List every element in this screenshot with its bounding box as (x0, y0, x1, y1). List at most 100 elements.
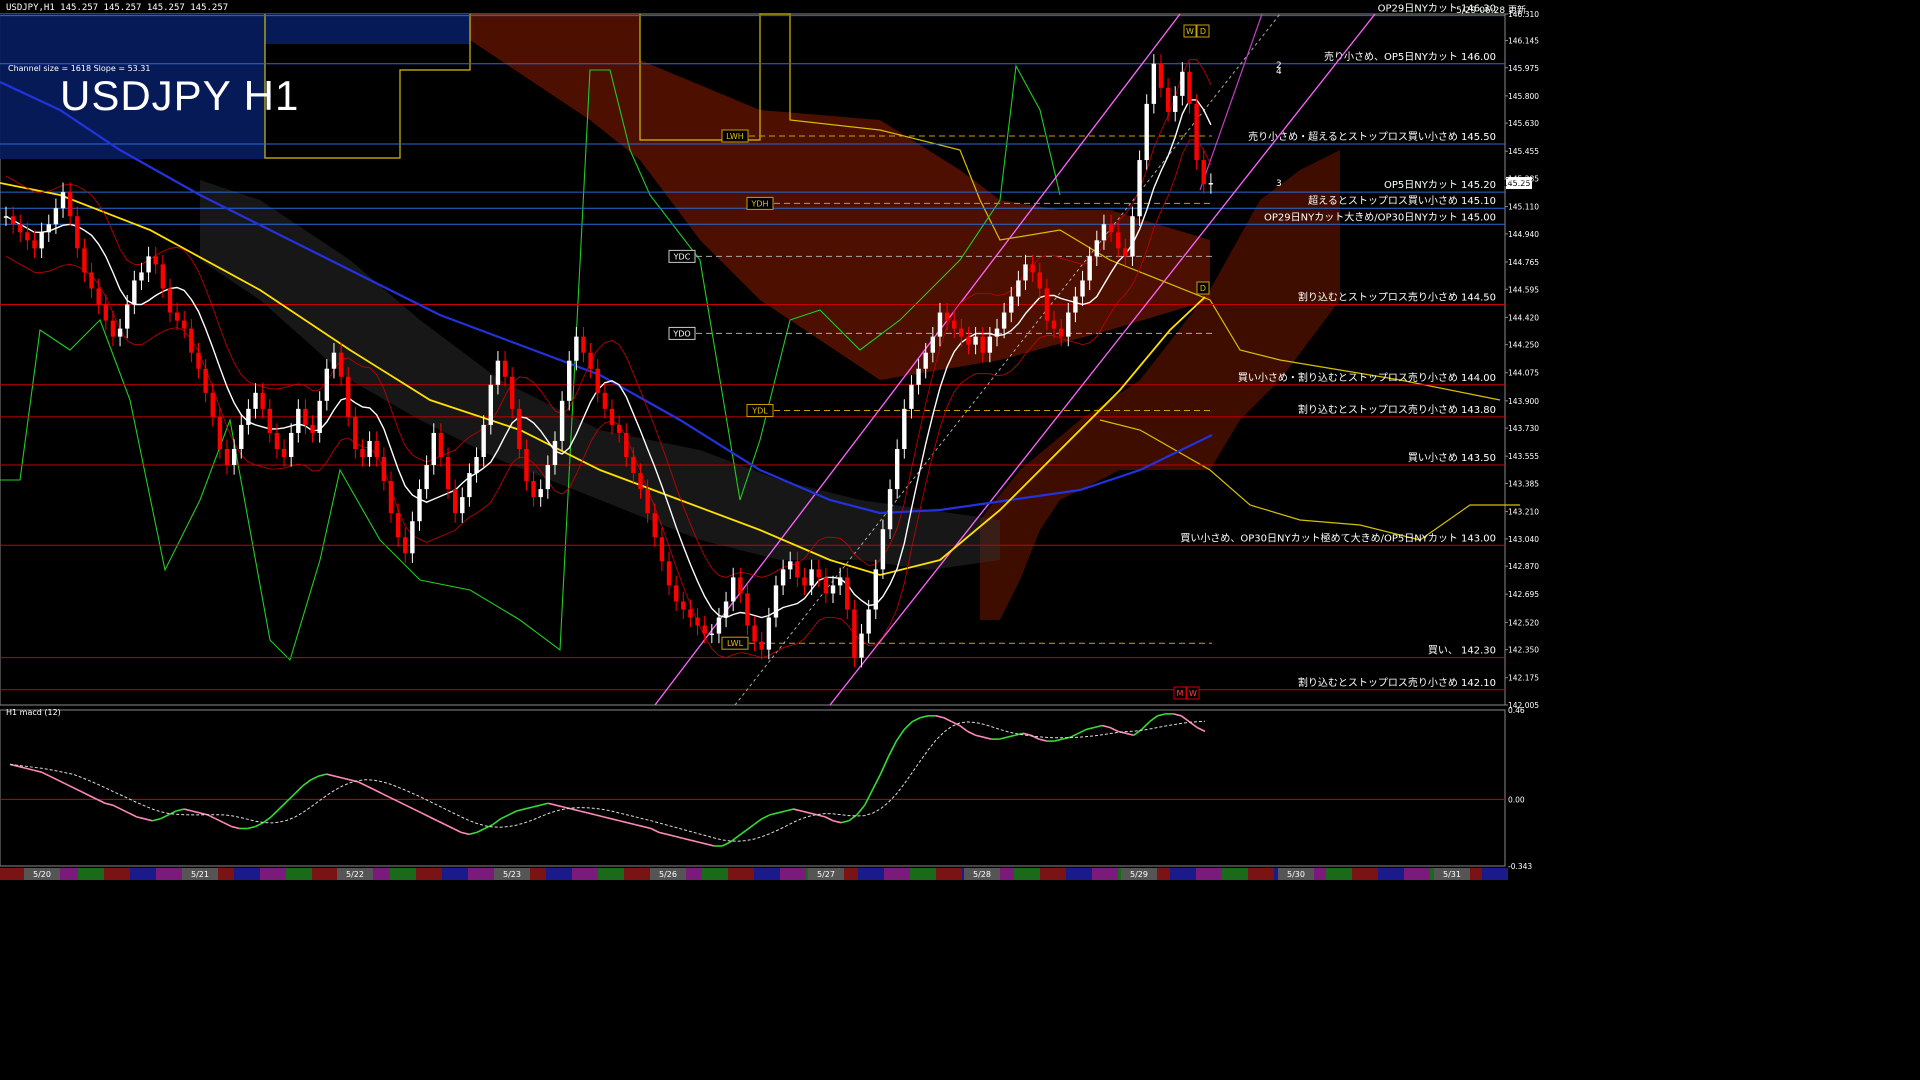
macd-tick-label: -0.343 (1508, 862, 1532, 871)
candle-body (1137, 160, 1142, 217)
fib-label: 3 (1276, 179, 1282, 189)
candle-body (82, 248, 87, 273)
candle-body (53, 208, 59, 225)
candle-body (930, 336, 936, 353)
candle-body (524, 448, 529, 482)
candle-body (795, 561, 800, 578)
candle-body (32, 240, 37, 249)
candle-body (417, 489, 422, 522)
candle-body (1130, 216, 1135, 257)
candle-body (902, 408, 907, 449)
y-tick-label: 145.285 (1508, 175, 1539, 184)
date-bar-seg (1066, 868, 1092, 880)
y-tick-label: 143.385 (1508, 479, 1539, 488)
level-label: 買い小さめ・割り込むとストップロス売り小さめ 144.00 (1238, 371, 1496, 384)
candle-body (1115, 232, 1121, 249)
candle-body (538, 489, 543, 498)
marker-label: YDC (673, 252, 691, 261)
candle-body (959, 328, 964, 337)
candle-body (1180, 71, 1185, 96)
candle-body (952, 320, 957, 329)
date-bar-seg (884, 868, 910, 880)
candle-body (445, 457, 451, 490)
candle-body (631, 457, 636, 474)
date-bar-seg (390, 868, 416, 880)
y-tick-label: 142.695 (1508, 590, 1539, 599)
candle-body (1123, 248, 1128, 257)
candle-body (552, 440, 558, 466)
candle-body (1173, 95, 1178, 112)
candle-body (973, 336, 978, 345)
candle-body (837, 577, 843, 586)
level-label: 割り込むとストップロス売り小さめ 144.50 (1298, 291, 1496, 304)
symbol-info: USDJPY,H1 145.257 145.257 145.257 145.25… (6, 3, 229, 13)
candle-body (923, 352, 928, 369)
date-label: 5/21 (191, 870, 209, 879)
y-tick-label: 145.630 (1508, 119, 1539, 128)
candle-body (39, 232, 44, 249)
candle-body (1058, 328, 1064, 337)
y-tick-label: 142.520 (1508, 618, 1539, 627)
candle-body (595, 368, 600, 393)
y-tick-label: 144.940 (1508, 230, 1539, 239)
candle-body (410, 521, 415, 554)
candle-body (117, 328, 123, 337)
candle-body (852, 609, 857, 658)
candle-body (1194, 103, 1199, 161)
candle-body (788, 561, 793, 570)
candle-body (745, 593, 750, 626)
candle-body (780, 569, 786, 586)
marker-label: YDO (672, 329, 690, 338)
candle-body (467, 473, 472, 498)
date-bar-seg (260, 868, 286, 880)
candle-body (1158, 63, 1164, 88)
candle-body (659, 537, 665, 562)
date-bar-seg (468, 868, 494, 880)
date-label: 5/22 (346, 870, 364, 879)
date-bar-seg (286, 868, 312, 880)
candle-body (574, 336, 579, 361)
date-label: 5/29 (1130, 870, 1148, 879)
marker-label: YDH (750, 199, 768, 208)
candle-body (1009, 296, 1014, 313)
corner-tag: D (1200, 27, 1206, 36)
candle-body (360, 448, 365, 458)
candle-body (1023, 264, 1028, 281)
y-tick-label: 142.175 (1508, 674, 1539, 683)
y-tick-label: 142.350 (1508, 646, 1539, 655)
candle-body (502, 360, 508, 377)
candle-body (239, 424, 244, 449)
date-bar-seg (728, 868, 754, 880)
y-tick-label: 143.555 (1508, 452, 1539, 461)
candle-body (146, 256, 151, 273)
level-label: 割り込むとストップロス売り小さめ 142.10 (1298, 676, 1496, 689)
candle-body (809, 569, 814, 586)
candle-body (260, 392, 265, 409)
level-label: 超えるとストップロス買い小さめ 145.10 (1308, 194, 1496, 207)
candle-body (338, 352, 344, 377)
candle-body (609, 408, 615, 425)
y-tick-label: 144.420 (1508, 313, 1539, 322)
y-tick-label: 144.595 (1508, 285, 1539, 294)
date-bar-seg (1092, 868, 1118, 880)
date-bar-seg (1170, 868, 1196, 880)
candle-body (296, 408, 301, 433)
marker-label: LWH (726, 132, 744, 141)
date-bar-seg (442, 868, 468, 880)
candle-body (217, 416, 223, 449)
candle-body (894, 448, 900, 490)
candle-body (1066, 312, 1071, 337)
date-bar-seg (0, 868, 26, 880)
candle-body (802, 577, 807, 586)
candle-body (624, 432, 629, 458)
candle-body (281, 448, 287, 458)
candle-body (160, 264, 166, 289)
date-bar-seg (1482, 868, 1508, 880)
date-bar-seg (156, 868, 182, 880)
candle-body (1101, 224, 1107, 241)
candle-body (60, 192, 66, 209)
candle-body (224, 448, 230, 466)
date-bar-seg (936, 868, 962, 880)
date-bar-seg (130, 868, 156, 880)
date-label: 5/27 (817, 870, 835, 879)
